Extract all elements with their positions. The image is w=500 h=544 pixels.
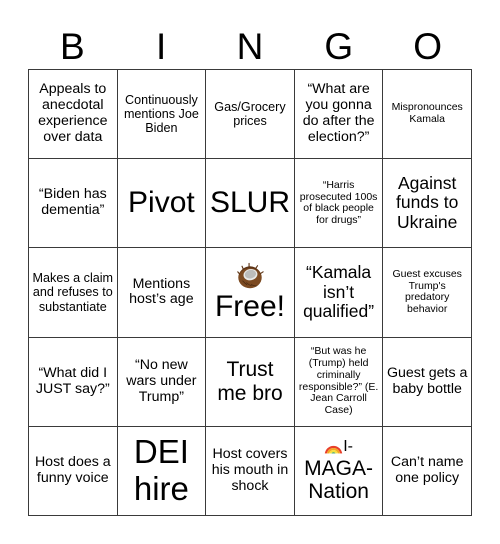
bingo-cell-text: Can’t name one policy bbox=[390, 453, 464, 486]
maga-nation-third-line: Nation bbox=[308, 480, 369, 504]
bingo-header: B I N G O bbox=[28, 24, 472, 68]
bingo-cell[interactable]: “Kamala isn’t qualified” bbox=[294, 248, 384, 338]
maga-nation-second-line: MAGA- bbox=[304, 456, 374, 480]
bingo-cell[interactable]: Against funds to Ukraine bbox=[383, 159, 472, 249]
bingo-cell-text: “What did I JUST say?” bbox=[35, 364, 110, 397]
bingo-cell-maga-nation[interactable]: I- MAGA- Nation bbox=[294, 426, 384, 516]
bingo-cell[interactable]: Pivot bbox=[117, 159, 207, 249]
bingo-cell[interactable]: Appeals to anecdotal experience over dat… bbox=[29, 70, 118, 160]
bingo-cell-text: Mentions host’s age bbox=[129, 275, 194, 308]
bingo-cell-text: Mispronounces Kamala bbox=[391, 101, 463, 126]
bingo-cell[interactable]: “Biden has dementia” bbox=[29, 159, 118, 249]
bingo-cell-text: Gas/Grocery prices bbox=[214, 100, 286, 129]
bingo-cell-text: “No new wars under Trump” bbox=[126, 356, 197, 405]
bingo-cell[interactable]: “No new wars under Trump” bbox=[117, 337, 207, 427]
bingo-cell[interactable]: Trust me bro bbox=[206, 337, 295, 427]
bingo-cell[interactable]: Can’t name one policy bbox=[383, 426, 472, 516]
bingo-cell-text: “What are you gonna do after the electio… bbox=[302, 81, 375, 145]
maga-nation-prefix: I- bbox=[343, 438, 353, 456]
bingo-card: B I N G O Appeals to anecdotal experienc… bbox=[0, 0, 500, 544]
bingo-cell[interactable]: “What did I JUST say?” bbox=[29, 337, 118, 427]
bingo-cell-text: “Harris prosecuted 100s of black people … bbox=[299, 178, 378, 227]
bingo-cell[interactable]: “But was he (Trump) held criminally resp… bbox=[294, 337, 384, 427]
bingo-cell-text: Continuously mentions Joe Biden bbox=[123, 92, 199, 136]
bingo-header-letter-b: B bbox=[60, 25, 85, 67]
bingo-cell-text: “But was he (Trump) held criminally resp… bbox=[298, 345, 379, 417]
bingo-cell-text: Makes a claim and refuses to substantiat… bbox=[32, 271, 114, 314]
bingo-header-letter-n: N bbox=[236, 25, 264, 67]
maga-nation-first-line: I- bbox=[324, 438, 353, 457]
bingo-cell-text: Trust me bro bbox=[217, 358, 283, 405]
coconut-icon bbox=[235, 262, 265, 292]
bingo-cell[interactable]: Guest excuses Trump's predatory behavior bbox=[383, 248, 472, 338]
bingo-cell-text: Guest excuses Trump's predatory behavior bbox=[392, 267, 462, 316]
bingo-cell-text: Against funds to Ukraine bbox=[396, 172, 459, 233]
bingo-cell[interactable]: “What are you gonna do after the electio… bbox=[294, 70, 384, 160]
bingo-cell-text: Host does a funny voice bbox=[34, 453, 111, 486]
rainbow-icon bbox=[324, 438, 344, 457]
bingo-cell[interactable]: Host does a funny voice bbox=[29, 426, 118, 516]
bingo-cell[interactable]: Gas/Grocery prices bbox=[206, 70, 295, 160]
bingo-cell[interactable]: Continuously mentions Joe Biden bbox=[117, 70, 207, 160]
bingo-cell-free-space[interactable]: Free! bbox=[206, 248, 295, 338]
bingo-cell[interactable]: Mentions host’s age bbox=[117, 248, 207, 338]
bingo-cell[interactable]: DEI hire bbox=[117, 426, 207, 516]
bingo-cell[interactable]: Guest gets a baby bottle bbox=[383, 337, 472, 427]
bingo-cell-text: Free! bbox=[214, 289, 285, 323]
bingo-cell-text: DEI hire bbox=[133, 432, 189, 507]
bingo-cell-text: Host covers his mouth in shock bbox=[211, 446, 289, 494]
bingo-header-letter-g: G bbox=[324, 25, 354, 67]
bingo-cell-text: SLUR bbox=[209, 186, 290, 220]
bingo-cell-text: Guest gets a baby bottle bbox=[386, 364, 468, 397]
bingo-cell-text: “Kamala isn’t qualified” bbox=[303, 262, 375, 322]
bingo-cell-text: Appeals to anecdotal experience over dat… bbox=[38, 81, 108, 145]
bingo-cell[interactable]: SLUR bbox=[206, 159, 295, 249]
bingo-grid: Appeals to anecdotal experience over dat… bbox=[28, 69, 472, 516]
bingo-cell[interactable]: Makes a claim and refuses to substantiat… bbox=[29, 248, 118, 338]
bingo-header-letter-o: O bbox=[413, 25, 442, 67]
bingo-cell-text: Pivot bbox=[128, 186, 195, 220]
bingo-cell[interactable]: Mispronounces Kamala bbox=[383, 70, 472, 160]
bingo-cell-text: “Biden has dementia” bbox=[38, 186, 107, 219]
bingo-header-letter-i: I bbox=[156, 25, 167, 67]
bingo-cell[interactable]: Host covers his mouth in shock bbox=[206, 426, 295, 516]
bingo-cell[interactable]: “Harris prosecuted 100s of black people … bbox=[294, 159, 384, 249]
